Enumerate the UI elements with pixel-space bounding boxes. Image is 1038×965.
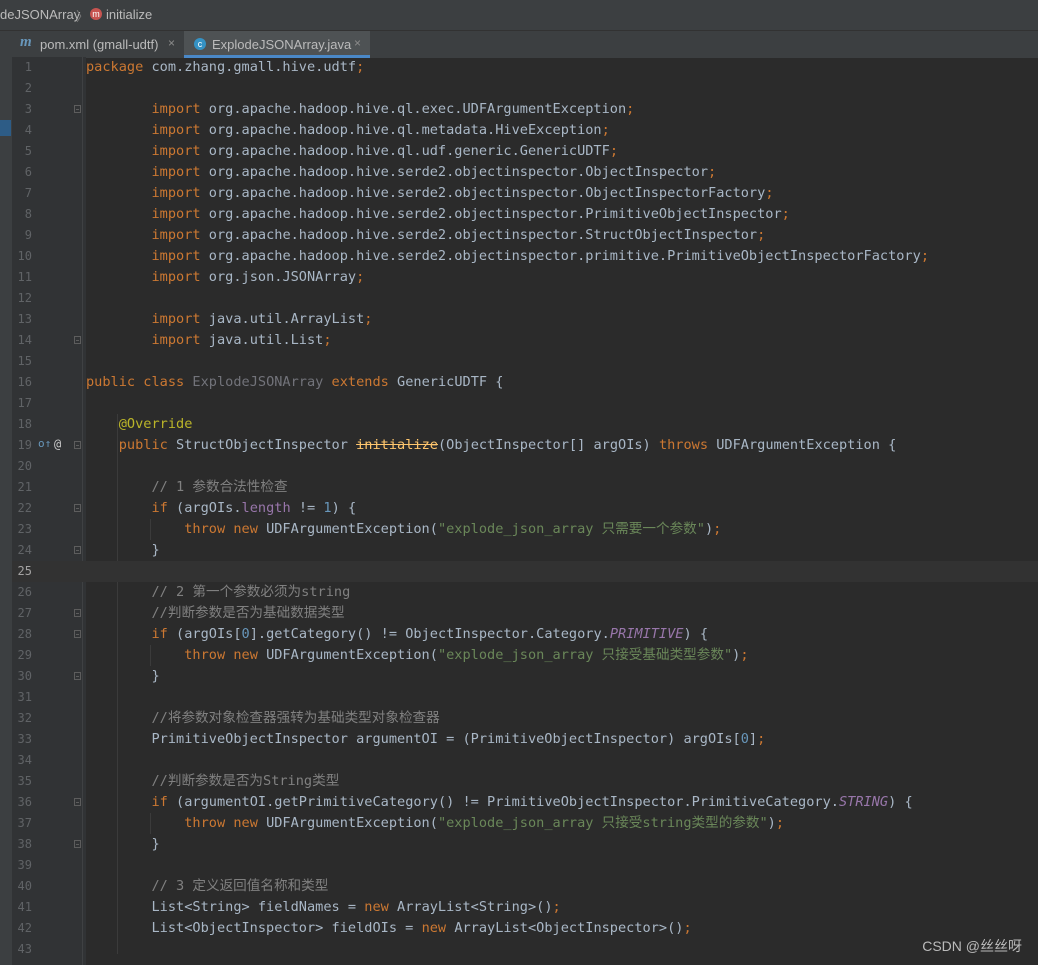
editor-tabs: m pom.xml (gmall-udtf) × c ExplodeJSONAr… xyxy=(0,30,1038,58)
code-line: 34 xyxy=(17,753,32,767)
code-line: 41 List<String> fieldNames = new ArrayLi… xyxy=(17,899,561,915)
code-line: 12 xyxy=(17,291,32,305)
code-line: 33 PrimitiveObjectInspector argumentOI =… xyxy=(17,731,766,747)
fold-icon[interactable] xyxy=(74,105,81,113)
code-line: 15 xyxy=(17,354,32,368)
code-line-current: 25 xyxy=(12,561,1038,582)
code-line: 37 throw new UDFArgumentException("explo… xyxy=(17,815,785,831)
code-line: 20 xyxy=(17,459,32,473)
class-icon: c xyxy=(194,38,206,50)
code-line: 4 import org.apache.hadoop.hive.ql.metad… xyxy=(24,122,610,138)
code-line: 17 xyxy=(17,396,32,410)
fold-icon[interactable] xyxy=(74,546,81,554)
code-line: 39 xyxy=(17,858,32,872)
code-line: 32 //将参数对象检查器强转为基础类型对象检查器 xyxy=(17,710,440,726)
code-line: 36 if (argumentOI.getPrimitiveCategory()… xyxy=(17,794,913,810)
fold-icon[interactable] xyxy=(74,504,81,512)
code-line: 3 import org.apache.hadoop.hive.ql.exec.… xyxy=(24,101,635,117)
chevron-right-icon: 〉 xyxy=(76,9,90,24)
code-line: 43 xyxy=(17,942,32,956)
tool-window-marker[interactable] xyxy=(0,120,11,136)
code-line: 27 //判断参数是否为基础数据类型 xyxy=(17,605,345,621)
code-line: 11 import org.json.JSONArray; xyxy=(17,269,365,285)
code-line: 18 @Override xyxy=(17,416,193,432)
code-line: 10 import org.apache.hadoop.hive.serde2.… xyxy=(17,248,929,264)
fold-icon[interactable] xyxy=(74,798,81,806)
fold-icon[interactable] xyxy=(74,840,81,848)
code-line: 35 //判断参数是否为String类型 xyxy=(17,773,340,789)
maven-icon: m xyxy=(20,34,32,50)
breadcrumb: deJSONArray 〉 m initialize xyxy=(0,0,1038,30)
code-line: 31 xyxy=(17,690,32,704)
tab-label: ExplodeJSONArray.java xyxy=(212,37,352,52)
breadcrumb-file[interactable]: deJSONArray xyxy=(0,7,80,22)
code-line: 16 public class ExplodeJSONArray extends … xyxy=(17,374,504,390)
annotation-icon: @ xyxy=(54,437,62,451)
code-line: 14 import java.util.List; xyxy=(17,332,332,348)
fold-icon[interactable] xyxy=(74,630,81,638)
fold-icon[interactable] xyxy=(74,672,81,680)
code-line: 22 if (argOIs.length != 1) { xyxy=(17,500,357,516)
code-line: 1 package com.zhang.gmall.hive.udtf; xyxy=(24,59,365,75)
code-line: 8 import org.apache.hadoop.hive.serde2.o… xyxy=(24,206,790,222)
code-line: 21 // 1 参数合法性检查 xyxy=(17,479,288,495)
code-line: 42 List<ObjectInspector> fieldOIs = new … xyxy=(17,920,692,936)
code-line: 13 import java.util.ArrayList; xyxy=(17,311,373,327)
code-line: 9 import org.apache.hadoop.hive.serde2.o… xyxy=(24,227,766,243)
project-tool-strip xyxy=(0,57,12,965)
fold-icon[interactable] xyxy=(74,441,81,449)
code-line: 29 throw new UDFArgumentException("explo… xyxy=(17,647,749,663)
fold-icon[interactable] xyxy=(74,609,81,617)
tab-pom-xml[interactable]: m pom.xml (gmall-udtf) × xyxy=(0,31,183,58)
code-line: 2 xyxy=(24,81,32,95)
fold-icon[interactable] xyxy=(74,336,81,344)
code-line: 19 o↑ @ public StructObjectInspector initi… xyxy=(17,437,897,453)
method-icon: m xyxy=(90,8,102,20)
code-line: 30 } xyxy=(17,668,160,684)
code-line: 23 throw new UDFArgumentException("explo… xyxy=(17,521,722,537)
code-line: 40 // 3 定义返回值名称和类型 xyxy=(17,878,329,894)
watermark: CSDN @丝丝呀 xyxy=(922,938,1022,954)
code-line: 5 import org.apache.hadoop.hive.ql.udf.g… xyxy=(24,143,618,159)
close-icon[interactable]: × xyxy=(168,36,175,50)
code-line: 24 } xyxy=(17,542,160,558)
tab-explodejsonarray-java[interactable]: c ExplodeJSONArray.java × xyxy=(184,31,370,58)
code-line: 6 import org.apache.hadoop.hive.serde2.o… xyxy=(24,164,717,180)
override-method-icon[interactable]: o↑ xyxy=(38,437,51,450)
code-line: 38 } xyxy=(17,836,160,852)
breadcrumb-method[interactable]: initialize xyxy=(106,7,152,22)
code-line: 26 // 2 第一个参数必须为string xyxy=(17,584,351,600)
code-line: 7 import org.apache.hadoop.hive.serde2.o… xyxy=(24,185,774,201)
code-line: 28 if (argOIs[0].getCategory() != Object… xyxy=(17,626,709,642)
close-icon[interactable]: × xyxy=(354,36,361,50)
tab-label: pom.xml (gmall-udtf) xyxy=(40,37,159,52)
